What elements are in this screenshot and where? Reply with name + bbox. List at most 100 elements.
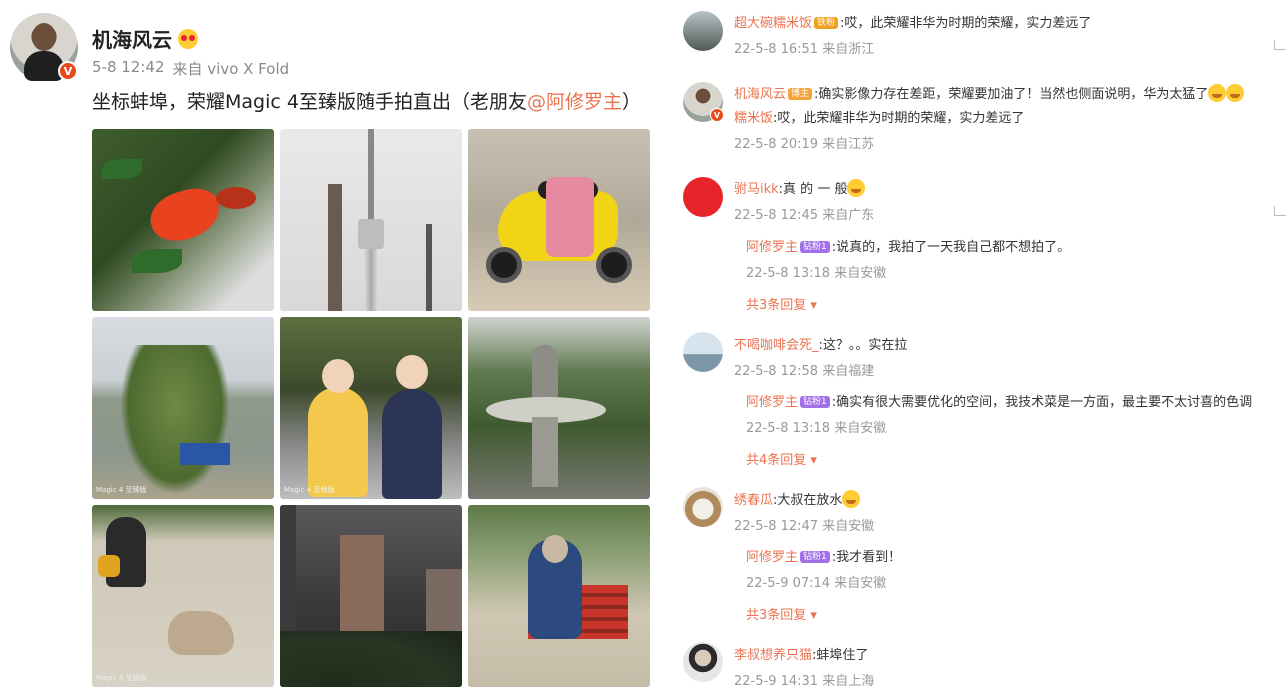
commenter-avatar[interactable] bbox=[683, 332, 723, 372]
fan-badge: 钻粉1 bbox=[800, 241, 830, 253]
laugh-cry-emoji-icon bbox=[1208, 84, 1227, 102]
willow-shape bbox=[120, 345, 230, 495]
comment-time: 22-5-8 16:51 bbox=[734, 42, 819, 57]
leaf-shape bbox=[102, 159, 142, 179]
photo-pomegranate-flower[interactable] bbox=[92, 129, 274, 311]
comment-meta: 22-5-8 12:45 来自广东 bbox=[734, 204, 874, 223]
commenter-name[interactable]: 超大碗糯米饭 bbox=[734, 16, 812, 31]
replier-name[interactable]: 阿修罗主 bbox=[746, 395, 798, 410]
man-head bbox=[542, 535, 568, 563]
reply-time: 22-5-9 07:14 bbox=[746, 576, 831, 591]
replier-name[interactable]: 阿修罗主 bbox=[746, 240, 798, 255]
comment-text: :哎，此荣耀非华为时期的荣耀，实力差远了 bbox=[840, 16, 1092, 31]
photo-tv-tower[interactable] bbox=[280, 129, 462, 311]
photo-high-rise-buildings[interactable] bbox=[280, 505, 462, 687]
comment-text: :这？。。实在拉 bbox=[818, 338, 908, 353]
comment-meta: 22-5-8 16:51 来自浙江 bbox=[734, 38, 874, 57]
comment-line: 绣春瓜:大叔在放水 bbox=[734, 489, 861, 508]
comment-text: :大叔在放水 bbox=[773, 493, 843, 508]
tower-pod bbox=[358, 219, 384, 249]
reply-meta: 22-5-8 13:18 来自安徽 bbox=[746, 262, 886, 281]
chevron-down-icon: ▾ bbox=[810, 608, 817, 623]
comment-location: 来自福建 bbox=[822, 364, 875, 379]
photo-watermark: Magic 4 至臻版 bbox=[284, 486, 335, 494]
commenter-avatar[interactable] bbox=[683, 642, 723, 682]
post-date[interactable]: 5-8 12:42 bbox=[92, 58, 165, 79]
leaf-shape bbox=[132, 249, 182, 273]
photo-watermark: Magic 4 至臻版 bbox=[96, 674, 147, 682]
more-replies-text[interactable]: 共3条回复 bbox=[746, 298, 806, 313]
commenter-name[interactable]: 李叔想养只猫 bbox=[734, 648, 812, 663]
more-replies-link[interactable]: 共3条回复 ▾ bbox=[746, 604, 817, 623]
comment-time: 22-5-8 12:47 bbox=[734, 519, 819, 534]
child-head bbox=[322, 359, 354, 393]
laugh-cry-emoji-icon bbox=[1226, 84, 1245, 102]
comments-panel: 超大碗糯米饭 铁粉:哎，此荣耀非华为时期的荣耀，实力差远了 22-5-8 16:5… bbox=[670, 0, 1286, 697]
commenter-name[interactable]: 绣春瓜 bbox=[734, 493, 773, 508]
laughing-emoji-icon bbox=[842, 490, 861, 508]
photo-man-on-bench[interactable] bbox=[468, 505, 650, 687]
more-replies-link[interactable]: 共3条回复 ▾ bbox=[746, 294, 817, 313]
quoted-comment: 糯米饭:哎，此荣耀非华为时期的荣耀，实力差远了 bbox=[734, 107, 1024, 126]
statue-shape bbox=[532, 345, 558, 399]
comment-text: :确实影像力存在差距，荣耀要加油了！当然也侧面说明，华为太猛了 bbox=[814, 87, 1209, 102]
trees-shape bbox=[280, 631, 462, 687]
commenter-avatar[interactable] bbox=[683, 177, 723, 217]
fountain-stem bbox=[532, 417, 558, 487]
commenter-name[interactable]: 驸马ikk bbox=[734, 182, 779, 197]
more-replies-text[interactable]: 共3条回复 bbox=[746, 608, 806, 623]
comment-meta: 22-5-8 12:58 来自福建 bbox=[734, 360, 874, 379]
post-mention-link[interactable]: @阿修罗主 bbox=[527, 91, 622, 113]
child-shape bbox=[308, 387, 368, 497]
commenter-avatar[interactable] bbox=[683, 487, 723, 527]
fan-badge: 铁粉 bbox=[814, 17, 839, 29]
post-text-body: 坐标蚌埠，荣耀Magic 4至臻版随手拍直出（老朋友 bbox=[92, 91, 527, 113]
chimney-shape bbox=[328, 184, 342, 311]
photo-two-children[interactable]: Magic 4 至臻版 bbox=[280, 317, 462, 499]
replier-name[interactable]: 阿修罗主 bbox=[746, 550, 798, 565]
commenter-name[interactable]: 不喝咖啡会死_ bbox=[734, 338, 819, 353]
more-replies-text[interactable]: 共4条回复 bbox=[746, 453, 806, 468]
post-text-end: ） bbox=[621, 91, 641, 113]
weibo-post: V 机海风云 5-8 12:42 来自 vivo X Fold 坐标蚌埠，荣耀M… bbox=[0, 0, 670, 697]
comment-line: 超大碗糯米饭 铁粉:哎，此荣耀非华为时期的荣耀，实力差远了 bbox=[734, 12, 1091, 31]
reply-icon[interactable] bbox=[1274, 206, 1286, 216]
commenter-name[interactable]: 机海风云 bbox=[734, 87, 786, 102]
child-shape bbox=[382, 389, 442, 499]
photo-dog-and-person[interactable]: Magic 4 至臻版 bbox=[92, 505, 274, 687]
verified-badge-text: V bbox=[713, 110, 721, 120]
truck-shape bbox=[180, 443, 230, 465]
reply-meta: 22-5-9 07:14 来自安徽 bbox=[746, 572, 886, 591]
quoted-name[interactable]: 糯米饭 bbox=[734, 111, 773, 126]
comment-text: :蚌埠住了 bbox=[812, 648, 869, 663]
wheel-shape bbox=[486, 247, 522, 283]
reply-icon[interactable] bbox=[1274, 40, 1286, 50]
photo-willow-tree[interactable]: Magic 4 至臻版 bbox=[92, 317, 274, 499]
comment-line: 不喝咖啡会死_:这？。。实在拉 bbox=[734, 334, 907, 353]
commenter-avatar[interactable] bbox=[683, 11, 723, 51]
post-text: 坐标蚌埠，荣耀Magic 4至臻版随手拍直出（老朋友@阿修罗主） bbox=[92, 87, 641, 114]
author-badge: 博主 bbox=[788, 88, 813, 100]
comment-location: 来自广东 bbox=[822, 208, 875, 223]
reply-time: 22-5-8 13:18 bbox=[746, 421, 831, 436]
photo-fountain[interactable] bbox=[468, 317, 650, 499]
author-name[interactable]: 机海风云 bbox=[92, 24, 198, 53]
fan-badge: 钻粉1 bbox=[800, 396, 830, 408]
more-replies-link[interactable]: 共4条回复 ▾ bbox=[746, 449, 817, 468]
laugh-cry-emoji-icon bbox=[847, 179, 866, 197]
comment-time: 22-5-8 20:19 bbox=[734, 137, 819, 152]
comment-text: :真 的 一 般 bbox=[778, 182, 848, 197]
reply-location: 来自安徽 bbox=[834, 576, 887, 591]
photo-yellow-scooter[interactable] bbox=[468, 129, 650, 311]
author-name-text[interactable]: 机海风云 bbox=[92, 24, 172, 53]
reply-text: :确实有很大需要优化的空间，我技术菜是一方面，最主要不太讨喜的色调 bbox=[831, 395, 1253, 410]
comment-meta: 22-5-8 20:19 来自江苏 bbox=[734, 133, 874, 152]
comment-meta: 22-5-9 14:31 来自上海 bbox=[734, 670, 874, 689]
comment-line: 驸马ikk:真 的 一 般 bbox=[734, 178, 866, 197]
comment-time: 22-5-8 12:58 bbox=[734, 364, 819, 379]
heart-eyes-emoji-icon bbox=[178, 28, 198, 49]
verified-badge-icon: V bbox=[710, 108, 724, 122]
comment-location: 来自浙江 bbox=[822, 42, 875, 57]
post-meta: 5-8 12:42 来自 vivo X Fold bbox=[92, 58, 289, 79]
reply-text: :我才看到！ bbox=[831, 550, 902, 565]
